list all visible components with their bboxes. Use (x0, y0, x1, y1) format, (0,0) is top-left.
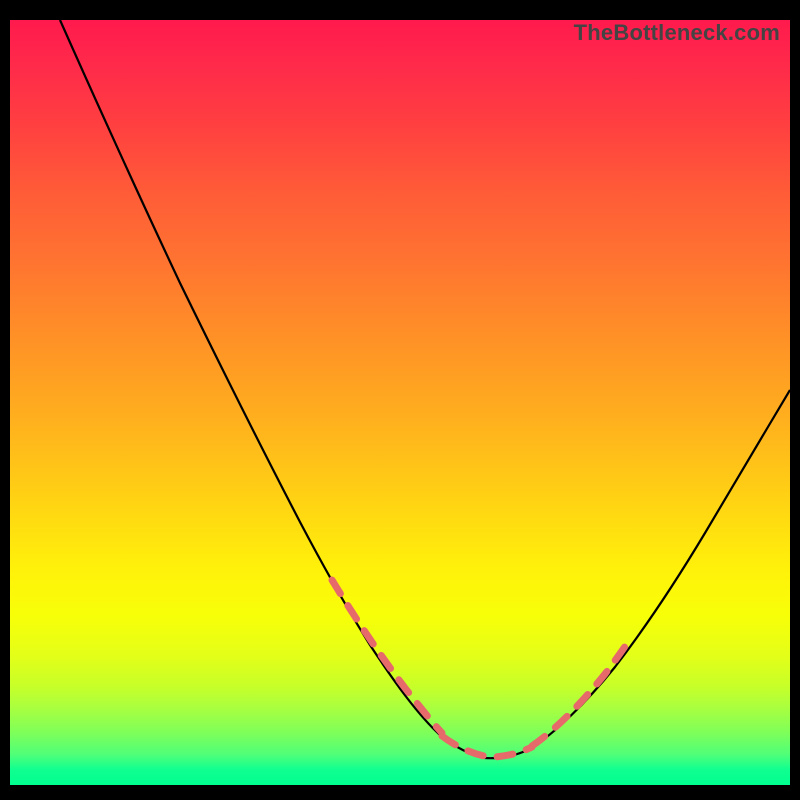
highlight-left (332, 580, 442, 733)
curve-path (60, 20, 790, 758)
plot-area: TheBottleneck.com (10, 20, 790, 785)
chart-container: TheBottleneck.com (0, 0, 800, 800)
bottleneck-curve (10, 20, 790, 785)
highlight-right (532, 642, 628, 746)
